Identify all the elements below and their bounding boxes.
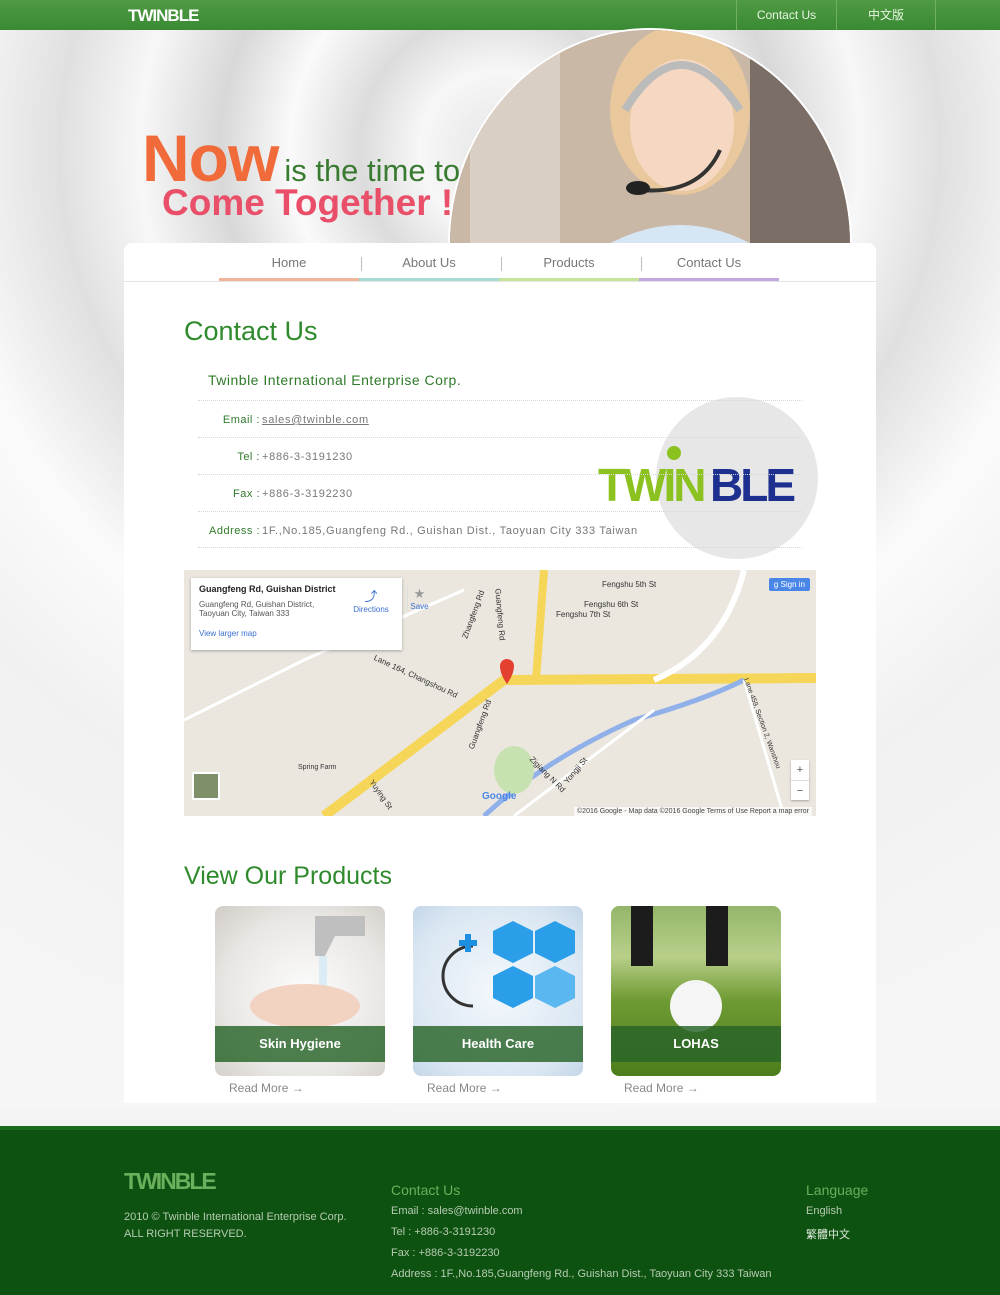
svg-text:TWINBLE: TWINBLE: [128, 6, 199, 24]
top-nav: Contact Us 中文版: [736, 0, 936, 30]
address-label: Address :: [209, 525, 260, 537]
product-name: Skin Hygiene: [215, 1026, 385, 1062]
tel-label: Tel :: [237, 451, 260, 463]
product-card-health-care[interactable]: Health Care: [413, 906, 583, 1076]
nav-contact[interactable]: Contact Us: [639, 243, 779, 281]
map-label-fengshu7: Fengshu 7th St: [556, 610, 611, 619]
footer-rights: ALL RIGHT RESERVED.: [124, 1228, 247, 1240]
read-more-link[interactable]: Read More →: [624, 1081, 699, 1095]
map-larger-link[interactable]: View larger map: [199, 629, 257, 638]
read-more-link[interactable]: Read More →: [427, 1081, 502, 1095]
top-language-link[interactable]: 中文版: [836, 0, 936, 30]
map-place-address2: Taoyuan City, Taiwan 333: [199, 609, 290, 618]
address-row: Address : 1F.,No.185,Guangfeng Rd., Guis…: [198, 511, 802, 548]
top-bar: TWINBLE Contact Us 中文版: [0, 0, 1000, 30]
star-icon: ★: [413, 586, 426, 601]
email-label: Email :: [222, 414, 260, 426]
email-row: Email : sales@twinble.com: [198, 400, 802, 437]
footer-address: Address : 1F.,No.185,Guangfeng Rd., Guis…: [391, 1268, 772, 1280]
fax-row: Fax : +886-3-3192230: [198, 474, 802, 511]
footer-copyright: 2010 © Twinble International Enterprise …: [124, 1211, 347, 1223]
product-card-skin-hygiene[interactable]: Skin Hygiene: [215, 906, 385, 1076]
fax-value: +886-3-3192230: [262, 488, 353, 500]
twinble-logo[interactable]: TWINBLE: [128, 6, 202, 24]
footer-language-title: Language: [806, 1182, 869, 1198]
map-google-logo: Google: [482, 791, 517, 802]
footer-email[interactable]: Email : sales@twinble.com: [391, 1205, 523, 1217]
google-map[interactable]: Fengshu 5th St Fengshu 6th St Fengshu 7t…: [184, 570, 816, 816]
svg-text:TWINBLE: TWINBLE: [124, 1168, 216, 1194]
footer-fax: Fax : +886-3-3192230: [391, 1247, 500, 1259]
main-nav: Home About Us Products Contact Us: [219, 243, 779, 281]
map-attribution: ©2016 Google - Map data ©2016 Google Ter…: [574, 807, 812, 816]
map-place-address1: Guangfeng Rd, Guishan District,: [199, 600, 315, 609]
tel-row: Tel : +886-3-3191230: [198, 437, 802, 474]
directions-icon: ⤴: [364, 589, 378, 604]
nav-products-label: Products: [543, 255, 595, 270]
sign-in-label: Sign in: [780, 580, 805, 589]
product-name: Health Care: [413, 1026, 583, 1062]
products-title: View Our Products: [184, 862, 392, 890]
directions-label: Directions: [353, 605, 389, 614]
nav-divider: [124, 281, 876, 282]
top-contact-link[interactable]: Contact Us: [736, 0, 836, 30]
content-card: Home About Us Products Contact Us Contac…: [124, 243, 876, 1103]
company-name: Twinble International Enterprise Corp.: [208, 372, 462, 388]
nav-home[interactable]: Home: [219, 243, 362, 281]
address-value: 1F.,No.185,Guangfeng Rd., Guishan Dist.,…: [262, 525, 638, 537]
google-plus-icon: g: [773, 580, 781, 589]
nav-home-label: Home: [271, 255, 307, 270]
page-title: Contact Us: [184, 316, 318, 346]
read-more-link[interactable]: Read More →: [229, 1081, 304, 1095]
map-info-card: Guangfeng Rd, Guishan District Guangfeng…: [191, 578, 429, 650]
product-card-lohas[interactable]: LOHAS: [611, 906, 781, 1076]
zoom-out-button[interactable]: −: [791, 780, 809, 800]
zoom-in-button[interactable]: +: [791, 760, 809, 780]
map-satellite-thumb[interactable]: [192, 772, 220, 800]
tel-value: +886-3-3191230: [262, 451, 353, 463]
footer-logo[interactable]: TWINBLE: [124, 1168, 234, 1194]
map-label-fengshu6: Fengshu 6th St: [584, 600, 639, 609]
product-name: LOHAS: [611, 1026, 781, 1062]
save-label: Save: [410, 602, 429, 611]
slogan-come-together: Come Together !: [162, 182, 454, 223]
map-zoom-controls: + −: [791, 760, 809, 800]
map-directions-button[interactable]: ⤴ Directions: [351, 586, 391, 614]
hero-slogan: Now is the time to Come Together !: [142, 120, 460, 224]
nav-about-label: About Us: [402, 255, 456, 270]
nav-about[interactable]: About Us: [359, 243, 502, 281]
map-label-spring-farm: Spring Farm: [298, 764, 337, 771]
footer-lang-chinese[interactable]: 繁體中文: [806, 1226, 850, 1242]
nav-contact-label: Contact Us: [676, 255, 742, 270]
footer-tel: Tel : +886-3-3191230: [391, 1226, 496, 1238]
map-label-fengshu5: Fengshu 5th St: [602, 580, 657, 589]
map-save-button[interactable]: ★ Save: [407, 586, 431, 611]
map-place-name: Guangfeng Rd, Guishan District: [199, 584, 336, 594]
site-footer: TWINBLE 2010 © Twinble International Ent…: [0, 1126, 1000, 1295]
fax-label: Fax :: [233, 488, 260, 500]
footer-contact-title: Contact Us: [391, 1182, 461, 1198]
map-sign-in-button[interactable]: g Sign in: [768, 578, 810, 591]
footer-lang-english[interactable]: English: [806, 1205, 842, 1217]
nav-products[interactable]: Products: [499, 243, 642, 281]
email-link[interactable]: sales@twinble.com: [262, 414, 369, 426]
